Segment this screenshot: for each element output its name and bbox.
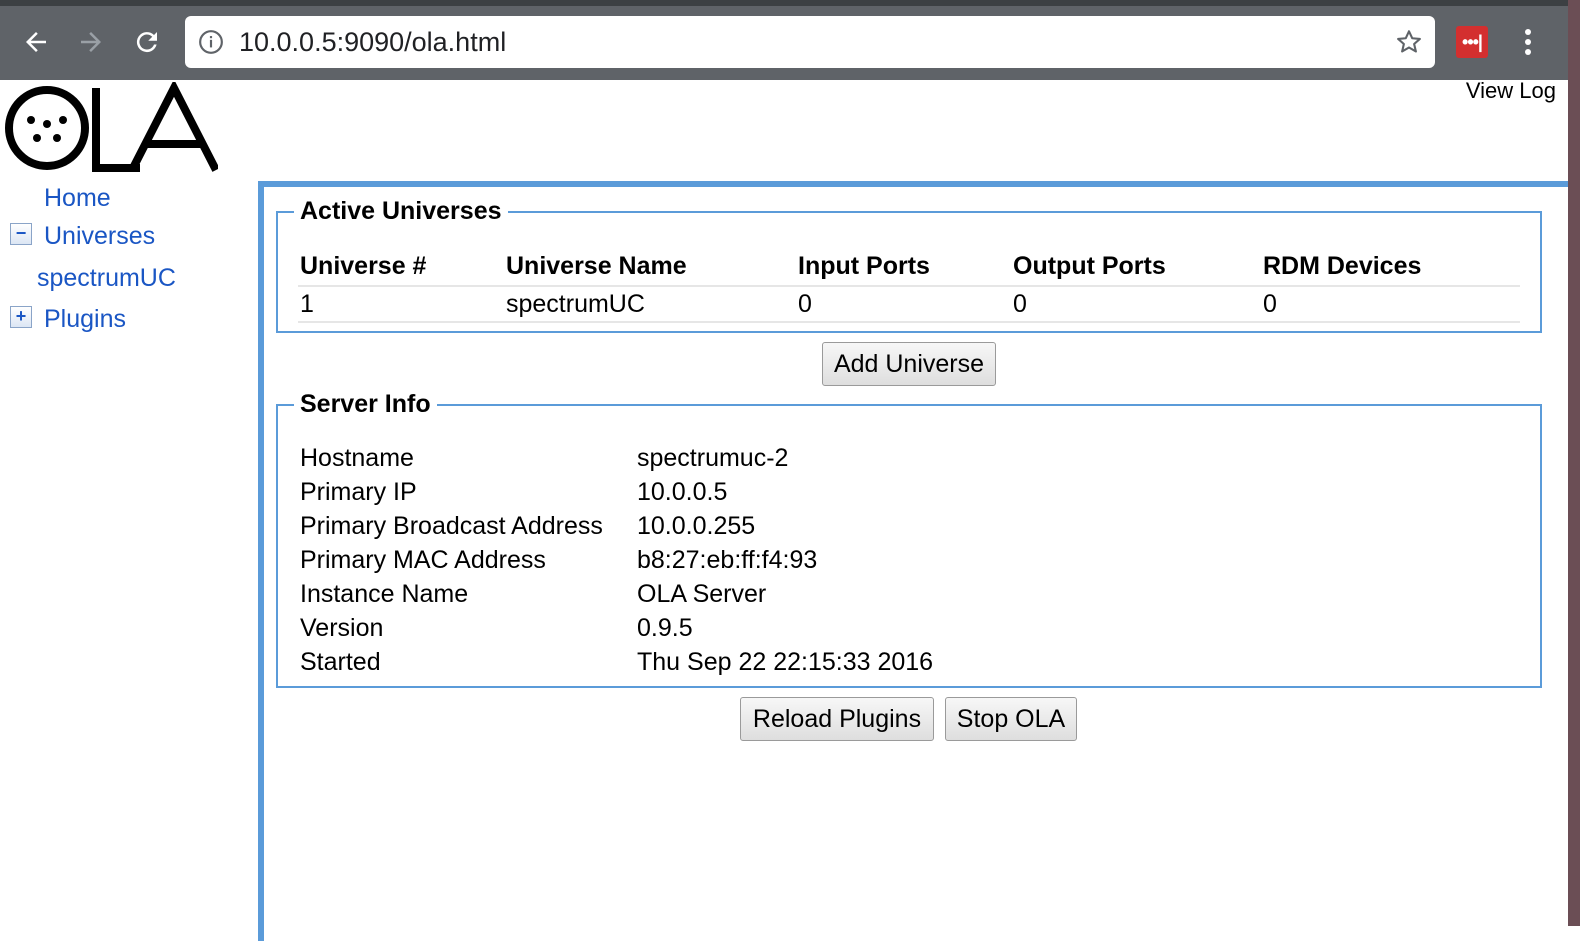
nav-item-universe: spectrumUC: [37, 264, 176, 293]
info-value: spectrumuc-2: [637, 443, 789, 472]
info-key: Hostname: [300, 443, 414, 472]
browser-toolbar: 10.0.0.5:9090/ola.html •••|: [0, 0, 1580, 80]
tab-strip: [0, 0, 1580, 6]
info-icon[interactable]: [197, 28, 225, 56]
info-value: b8:27:eb:ff:f4:93: [637, 545, 818, 574]
info-value: OLA Server: [637, 579, 767, 608]
expand-icon[interactable]: +: [10, 306, 32, 328]
server-info-table: Hostname spectrumuc-2 Primary IP 10.0.0.5 …: [298, 441, 935, 679]
output-ports-cell: 0: [1011, 286, 1261, 323]
universe-id-cell: 1: [298, 286, 504, 323]
server-info-legend: Server Info: [300, 390, 431, 418]
info-value: 10.0.0.5: [637, 477, 728, 506]
info-key: Version: [300, 613, 384, 642]
nav-item-plugins: Plugins: [44, 305, 126, 334]
universes-table: Universe # Universe Name Input Ports Out…: [298, 248, 1520, 323]
address-bar[interactable]: 10.0.0.5:9090/ola.html: [185, 16, 1435, 68]
rdm-devices-cell: 0: [1261, 286, 1520, 323]
active-universes-section: Active Universes Universe # Universe Nam…: [276, 197, 1542, 333]
table-row[interactable]: 1 spectrumUC 0 0 0: [298, 286, 1520, 323]
info-row: Started Thu Sep 22 22:15:33 2016: [298, 645, 935, 679]
info-key: Instance Name: [300, 579, 469, 608]
info-value: 0.9.5: [637, 613, 693, 642]
reload-icon[interactable]: [127, 22, 167, 62]
window-edge: [1568, 0, 1580, 926]
info-row: Primary Broadcast Address 10.0.0.255: [298, 509, 935, 543]
plugins-link[interactable]: Plugins: [44, 305, 126, 333]
info-key: Primary IP: [300, 477, 417, 506]
table-header-row: Universe # Universe Name Input Ports Out…: [298, 248, 1520, 287]
column-header: Universe Name: [504, 248, 796, 287]
home-link[interactable]: Home: [44, 184, 111, 212]
universe-name-cell: spectrumUC: [504, 286, 796, 323]
info-row: Primary MAC Address b8:27:eb:ff:f4:93: [298, 543, 935, 577]
password-manager-icon[interactable]: •••|: [1456, 26, 1488, 58]
column-header: Universe #: [298, 248, 504, 287]
info-value: Thu Sep 22 22:15:33 2016: [637, 647, 934, 676]
forward-arrow-icon[interactable]: [71, 22, 111, 62]
ola-logo: [4, 79, 220, 174]
input-ports-cell: 0: [796, 286, 1011, 323]
info-key: Started: [300, 647, 381, 676]
column-header: RDM Devices: [1261, 248, 1520, 287]
info-row: Instance Name OLA Server: [298, 577, 935, 611]
column-header: Input Ports: [796, 248, 1011, 287]
stop-ola-button[interactable]: Stop OLA: [945, 697, 1077, 741]
info-value: 10.0.0.255: [637, 511, 756, 540]
add-universe-button[interactable]: Add Universe: [822, 342, 996, 386]
server-info-section: Server Info Hostname spectrumuc-2 Primary…: [276, 390, 1542, 688]
universe-link-spectrumuc[interactable]: spectrumUC: [37, 264, 176, 292]
nav-item-home: Home: [44, 184, 111, 213]
info-row: Version 0.9.5: [298, 611, 935, 645]
main-panel: Active Universes Universe # Universe Nam…: [258, 181, 1568, 941]
collapse-icon[interactable]: −: [10, 223, 32, 245]
view-log-link[interactable]: View Log: [1466, 78, 1556, 104]
reload-plugins-button[interactable]: Reload Plugins: [740, 697, 934, 741]
column-header: Output Ports: [1011, 248, 1261, 287]
back-arrow-icon[interactable]: [16, 22, 56, 62]
nav-item-universes: Universes: [44, 222, 155, 251]
url-text[interactable]: 10.0.0.5:9090/ola.html: [239, 27, 506, 58]
info-row: Primary IP 10.0.0.5: [298, 475, 935, 509]
info-key: Primary Broadcast Address: [300, 511, 603, 540]
info-row: Hostname spectrumuc-2: [298, 441, 935, 475]
info-key: Primary MAC Address: [300, 545, 546, 574]
kebab-menu-icon[interactable]: [1512, 24, 1544, 60]
star-icon[interactable]: [1393, 26, 1425, 58]
active-universes-legend: Active Universes: [300, 197, 502, 225]
universes-link[interactable]: Universes: [44, 222, 155, 250]
